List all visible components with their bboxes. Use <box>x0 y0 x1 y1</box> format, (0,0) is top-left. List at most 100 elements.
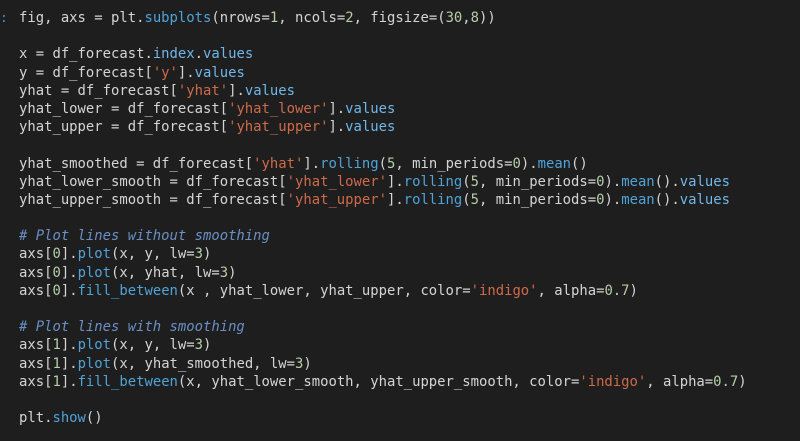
code-token: ( <box>462 191 471 208</box>
code-token: ). <box>520 155 538 172</box>
code-token: 'yhat_upper' <box>228 119 329 136</box>
code-token: , alpha= <box>646 373 714 390</box>
code-token: axs[ <box>19 337 53 354</box>
code-token: 1 <box>52 373 61 390</box>
code-token: 2 <box>345 10 354 26</box>
code-token: ) <box>203 246 212 263</box>
code-token: 'yhat_lower' <box>286 173 387 190</box>
code-token: ]. <box>60 337 78 354</box>
code-line[interactable] <box>19 300 794 318</box>
code-token: yhat_upper = df_forecast[ <box>19 119 229 136</box>
code-token: (x, yhat_smoothed, lw= <box>111 355 295 372</box>
code-token: 'indigo' <box>579 373 647 390</box>
code-line[interactable]: axs[1].fill_between(x, yhat_lower_smooth… <box>19 373 794 391</box>
code-token: 1 <box>52 337 61 354</box>
code-token: (x, y, lw= <box>111 337 195 354</box>
code-line[interactable]: yhat_lower = df_forecast['yhat_lower'].v… <box>19 100 794 118</box>
code-token: ( <box>462 173 471 190</box>
code-token: fig, axs = plt. <box>19 10 145 26</box>
code-token: yhat_lower = df_forecast[ <box>19 100 229 117</box>
code-line[interactable]: axs[0].fill_between(x , yhat_lower, yhat… <box>19 282 794 300</box>
code-line[interactable]: yhat_smoothed = df_forecast['yhat'].roll… <box>19 155 794 173</box>
code-token: 'y' <box>152 64 178 81</box>
code-token: values <box>345 119 396 136</box>
code-token: x = df_forecast. <box>19 46 153 63</box>
code-line[interactable]: yhat_upper_smooth = df_forecast['yhat_up… <box>19 191 794 209</box>
code-line[interactable]: y = df_forecast['y'].values <box>19 64 794 82</box>
code-token: mean <box>621 191 655 208</box>
code-token: mean <box>537 155 572 172</box>
code-line[interactable] <box>19 27 794 45</box>
code-token: (x, yhat, lw= <box>111 264 220 281</box>
code-token: values <box>194 64 245 81</box>
code-token: (). <box>654 173 680 190</box>
code-token: show <box>52 410 86 427</box>
code-token: index <box>152 46 195 63</box>
code-line[interactable]: # Plot lines with smoothing <box>19 318 794 336</box>
code-token: ]. <box>60 246 78 263</box>
code-token: values <box>203 46 254 63</box>
code-token: ]. <box>386 191 404 208</box>
code-token: (). <box>654 191 680 208</box>
code-line[interactable] <box>19 209 794 227</box>
code-token: ) <box>629 282 638 299</box>
code-token: , min_periods= <box>479 173 597 190</box>
code-token: fill_between <box>77 282 178 299</box>
code-token: rolling <box>403 191 463 208</box>
code-token: values <box>679 191 730 208</box>
code-token: ]. <box>386 173 404 190</box>
code-token: 8 <box>470 10 480 26</box>
code-token: 0.7 <box>604 282 630 299</box>
code-token: fill_between <box>77 373 178 390</box>
code-token: 0.7 <box>713 373 739 390</box>
code-line[interactable]: axs[0].plot(x, y, lw=3) <box>19 245 794 263</box>
code-token: axs[ <box>19 264 53 281</box>
code-token: yhat_upper_smooth = df_forecast[ <box>19 191 287 208</box>
code-line[interactable]: x = df_forecast.index.values <box>19 45 794 63</box>
code-line[interactable]: yhat = df_forecast['yhat'].values <box>19 82 794 100</box>
code-token: ). <box>604 173 622 190</box>
code-line[interactable]: axs[1].plot(x, yhat_smoothed, lw=3) <box>19 355 794 373</box>
code-token: )) <box>479 10 496 26</box>
code-token: , ncols= <box>278 10 346 26</box>
code-token: y = df_forecast[ <box>19 64 153 81</box>
code-editor[interactable]: : fig, axs = plt.subplots(nrows= 1 , ncols… <box>0 0 800 441</box>
code-token: subplots <box>144 10 212 26</box>
code-line[interactable]: # Plot lines without smoothing <box>19 227 794 245</box>
code-token: plot <box>77 264 112 281</box>
code-token: rolling <box>403 173 463 190</box>
code-line[interactable] <box>19 136 794 154</box>
code-token: 3 <box>219 264 229 281</box>
code-line[interactable]: axs[1].plot(x, y, lw=3) <box>19 336 794 354</box>
code-token: , alpha= <box>537 282 605 299</box>
code-token: axs[ <box>19 246 53 263</box>
code-token: 0 <box>52 264 61 281</box>
code-token: # Plot lines with smoothing <box>19 319 245 336</box>
code-token: ) <box>303 355 312 372</box>
code-token: ]. <box>60 282 78 299</box>
cell-gutter-marker: : <box>0 11 8 26</box>
code-token: 'yhat_lower' <box>228 100 329 117</box>
code-token: 'indigo' <box>470 282 538 299</box>
code-line[interactable]: axs[0].plot(x, yhat, lw=3) <box>19 264 794 282</box>
code-token: values <box>679 173 730 190</box>
code-line[interactable]: fig, axs = plt.subplots(nrows=1, ncols=2… <box>19 9 794 27</box>
code-token: 0 <box>52 282 61 299</box>
code-token: yhat_smoothed = df_forecast[ <box>19 155 254 172</box>
code-token: 5 <box>470 173 480 190</box>
code-line[interactable]: yhat_lower_smooth = df_forecast['yhat_lo… <box>19 173 794 191</box>
code-token: plot <box>77 355 112 372</box>
code-token: ). <box>604 191 622 208</box>
code-token: axs[ <box>19 373 53 390</box>
code-line[interactable]: yhat_upper = df_forecast['yhat_upper'].v… <box>19 118 794 136</box>
code-token: (nrows= <box>211 10 270 26</box>
code-token: axs[ <box>19 355 53 372</box>
code-token: ]. <box>60 264 78 281</box>
code-line[interactable] <box>19 391 794 409</box>
code-token: (x, y, lw= <box>111 246 195 263</box>
code-line[interactable]: plt.show() <box>19 409 794 427</box>
code-token: 1 <box>52 355 61 372</box>
code-area[interactable]: fig, axs = plt.subplots(nrows= 1 , ncols=2… <box>19 9 794 427</box>
code-token: ]. <box>303 155 321 172</box>
code-token: . <box>194 46 204 63</box>
